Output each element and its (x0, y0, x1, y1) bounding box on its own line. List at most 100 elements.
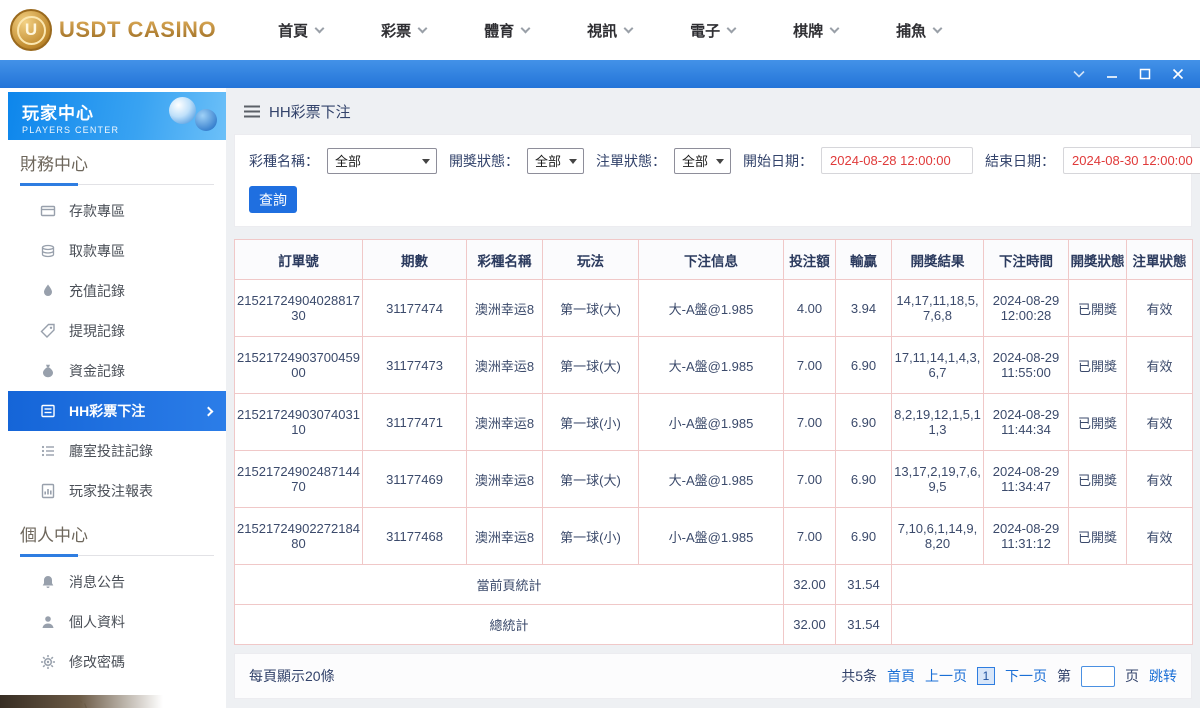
filter-panel: 彩種名稱： 全部 開獎狀態： 全部 注單狀態： 全部 開始日期： 結束日期： 查… (234, 134, 1192, 227)
cell-draw-result: 17,11,14,1,4,3,6,7 (892, 337, 984, 394)
col-lottery-name: 彩種名稱 (467, 240, 543, 280)
sidebar-item-change-password[interactable]: 修改密碼 (8, 642, 226, 682)
nav-item-live-video[interactable]: 視訊 (587, 20, 632, 41)
cell-order-status: 有效 (1127, 394, 1193, 451)
sidebar-item-profile[interactable]: 個人資料 (8, 602, 226, 642)
chevron-down-icon (624, 23, 634, 33)
sidebar-item-hh-lottery-bets[interactable]: HH彩票下注 (8, 391, 226, 431)
hamburger-menu-icon[interactable] (244, 105, 260, 118)
cell-lottery-name: 澳洲幸运8 (467, 280, 543, 337)
table-row: 2152172490307403110 31177471 澳洲幸运8 第一球(小… (235, 394, 1193, 451)
sidebar-item-funds-records[interactable]: 資金記錄 (8, 351, 226, 391)
personal-menu: 消息公告 個人資料 修改密碼 (8, 562, 226, 682)
chevron-down-icon (1073, 70, 1085, 78)
pagination-bar: 每頁顯示20條 共5条 首頁 上一页 1 下一页 第 页 跳转 (234, 653, 1192, 699)
select-value: 全部 (335, 151, 361, 170)
page-total-empty (892, 565, 1193, 605)
cell-bet-info: 小-A盤@1.985 (639, 394, 784, 451)
maximize-button[interactable] (1135, 64, 1155, 84)
cell-draw-status: 已開獎 (1069, 451, 1127, 508)
background-image-peek (0, 695, 226, 708)
per-page-label: 每頁顯示20條 (249, 666, 335, 686)
current-page-indicator[interactable]: 1 (977, 667, 995, 685)
cell-bet-info: 大-A盤@1.985 (639, 280, 784, 337)
finance-menu: 存款專區 取款專區 充值記錄 提現記錄 資金記錄 (8, 191, 226, 511)
nav-item-sports[interactable]: 體育 (484, 20, 529, 41)
draw-status-select[interactable]: 全部 (527, 148, 584, 174)
coin-letter: U (17, 16, 46, 45)
page-total-bet: 32.00 (784, 565, 836, 605)
next-page-link[interactable]: 下一页 (1005, 666, 1047, 686)
sidebar-item-withdrawal-records[interactable]: 提現記錄 (8, 311, 226, 351)
cell-order-no: 2152172490307403110 (235, 394, 363, 451)
minimize-button[interactable] (1102, 64, 1122, 84)
sidebar-item-label: 取款專區 (69, 241, 125, 261)
chevron-down-icon (727, 23, 737, 33)
jump-button[interactable]: 跳转 (1149, 666, 1177, 686)
sidebar-item-label: 提現記錄 (69, 321, 125, 341)
cell-draw-status: 已開獎 (1069, 280, 1127, 337)
sidebar-item-announcements[interactable]: 消息公告 (8, 562, 226, 602)
sidebar-item-deposit[interactable]: 存款專區 (8, 191, 226, 231)
nav-item-home[interactable]: 首頁 (278, 20, 323, 41)
page-jump-suffix: 页 (1125, 666, 1139, 686)
cell-order-status: 有效 (1127, 280, 1193, 337)
cell-bet-time: 2024-08-29 12:00:28 (984, 280, 1069, 337)
section-title-personal: 個人中心 (20, 523, 214, 556)
search-button[interactable]: 查詢 (249, 186, 297, 213)
page-title-bar: HH彩票下注 (244, 101, 1192, 122)
close-button[interactable] (1168, 64, 1188, 84)
sidebar-item-player-bet-report[interactable]: 玩家投注報表 (8, 471, 226, 511)
nav-label: 電子 (690, 20, 720, 41)
close-icon (1172, 68, 1184, 80)
main-content: HH彩票下注 彩種名稱： 全部 開獎狀態： 全部 注單狀態： 全部 開始日期： … (226, 88, 1200, 708)
lottery-type-label: 彩種名稱： (249, 151, 319, 171)
cell-bet-info: 大-A盤@1.985 (639, 451, 784, 508)
cell-draw-result: 13,17,2,19,7,6,9,5 (892, 451, 984, 508)
first-page-link[interactable]: 首頁 (887, 666, 915, 686)
sidebar-item-label: 修改密碼 (69, 652, 125, 672)
cell-draw-result: 8,2,19,12,1,5,11,3 (892, 394, 984, 451)
nav-item-card-games[interactable]: 棋牌 (793, 20, 838, 41)
sidebar-item-withdraw[interactable]: 取款專區 (8, 231, 226, 271)
lottery-type-select[interactable]: 全部 (327, 148, 437, 174)
cell-order-status: 有效 (1127, 451, 1193, 508)
start-date-input[interactable] (821, 147, 973, 174)
sidebar-item-label: HH彩票下注 (69, 401, 145, 421)
col-play-type: 玩法 (543, 240, 639, 280)
cell-lottery-name: 澳洲幸运8 (467, 508, 543, 565)
col-draw-result: 開獎結果 (892, 240, 984, 280)
cell-bet-amount: 4.00 (784, 280, 836, 337)
cell-bet-time: 2024-08-29 11:31:12 (984, 508, 1069, 565)
cell-bet-info: 大-A盤@1.985 (639, 337, 784, 394)
nav-item-slots[interactable]: 電子 (690, 20, 735, 41)
page-jump-input[interactable] (1081, 666, 1115, 687)
nav-item-lottery[interactable]: 彩票 (381, 20, 426, 41)
cell-play-type: 第一球(小) (543, 508, 639, 565)
nav-label: 視訊 (587, 20, 617, 41)
maximize-icon (1139, 68, 1151, 80)
select-value: 全部 (682, 151, 708, 170)
sidebar-item-label: 個人資料 (69, 612, 125, 632)
end-date-input[interactable] (1063, 147, 1200, 174)
cell-win-loss: 6.90 (836, 337, 892, 394)
nav-label: 彩票 (381, 20, 411, 41)
order-status-select[interactable]: 全部 (674, 148, 731, 174)
nav-label: 體育 (484, 20, 514, 41)
col-order-status: 注單狀態 (1127, 240, 1193, 280)
end-date-label: 結束日期： (985, 151, 1055, 171)
nav-item-fishing[interactable]: 捕魚 (896, 20, 941, 41)
grand-total-label: 總統計 (235, 605, 784, 645)
site-logo[interactable]: U USDT CASINO (10, 9, 216, 51)
collapse-button[interactable] (1069, 64, 1089, 84)
table-row: 2152172490248714470 31177469 澳洲幸运8 第一球(大… (235, 451, 1193, 508)
grand-total-bet: 32.00 (784, 605, 836, 645)
col-bet-amount: 投注額 (784, 240, 836, 280)
cell-bet-time: 2024-08-29 11:55:00 (984, 337, 1069, 394)
logo-text: USDT CASINO (59, 17, 216, 43)
sidebar-item-recharge-records[interactable]: 充值記錄 (8, 271, 226, 311)
sidebar-item-label: 充值記錄 (69, 281, 125, 301)
sidebar-item-room-bet-records[interactable]: 廳室投註記錄 (8, 431, 226, 471)
sidebar-subtitle: PLAYERS CENTER (22, 125, 226, 135)
prev-page-link[interactable]: 上一页 (925, 666, 967, 686)
